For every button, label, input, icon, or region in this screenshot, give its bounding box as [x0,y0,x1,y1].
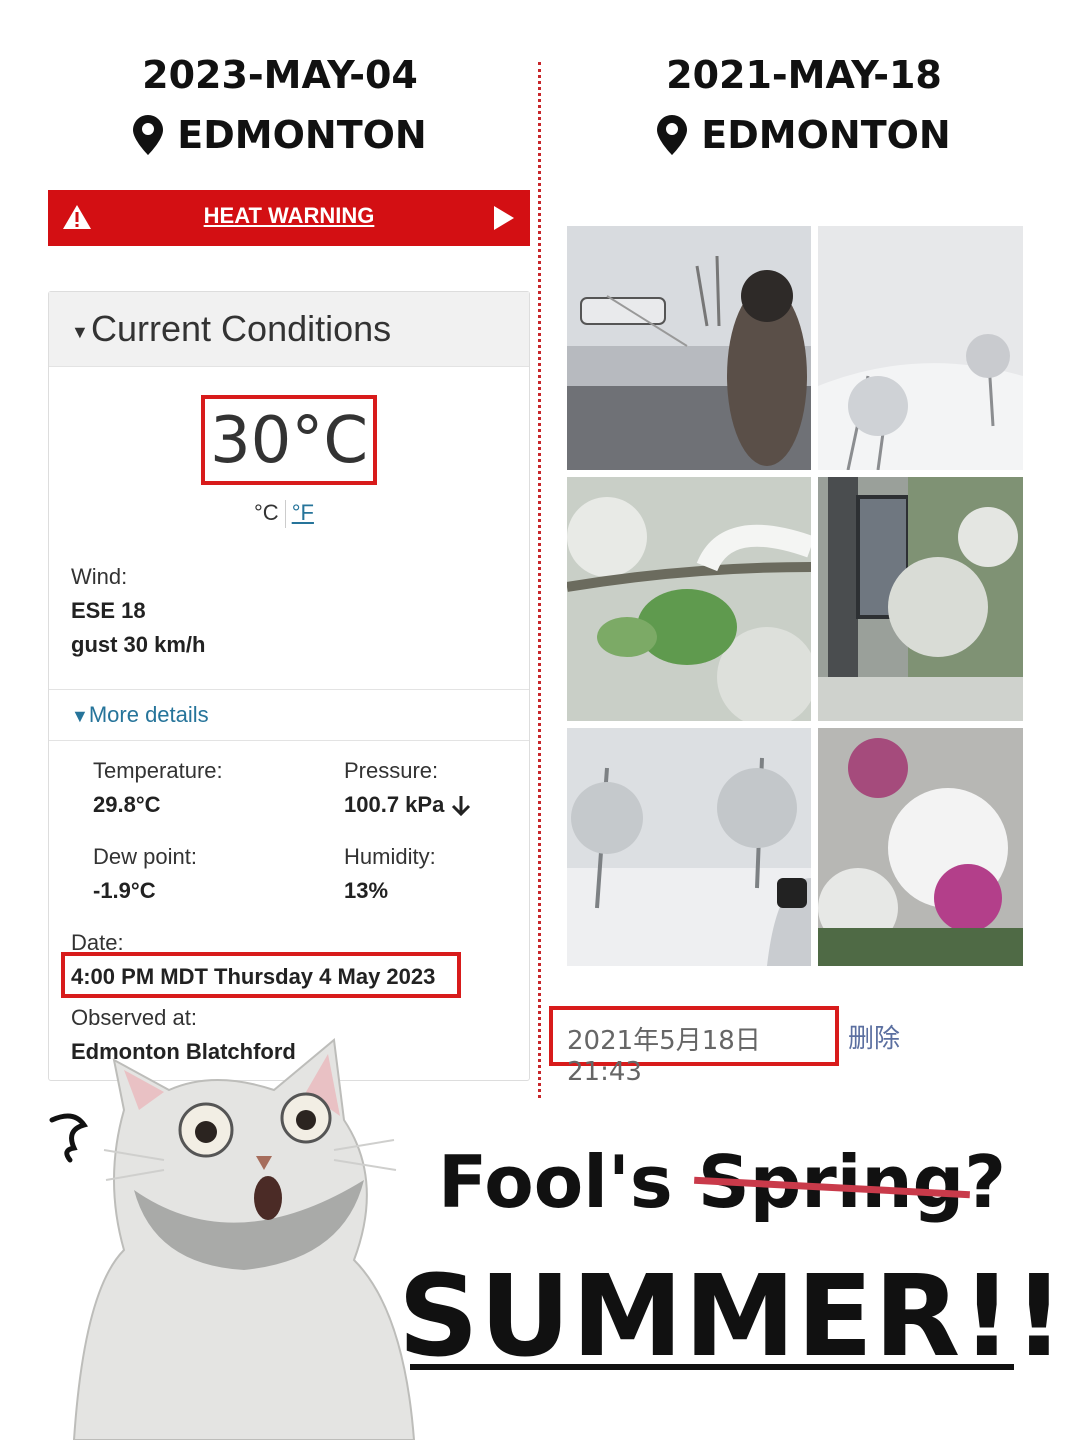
observed-at-label: Observed at: [71,1005,197,1030]
snow-photo-3[interactable] [567,477,811,721]
current-temperature: 30°C [209,404,369,478]
left-city-row: EDMONTON [50,110,510,160]
left-date: 2023-MAY-04 [142,53,418,97]
caption-line-2: SUMMER!!! [398,1252,1080,1382]
humidity-label: Humidity: [344,844,436,869]
snow-photo-6[interactable] [818,728,1023,966]
pressure-row: 100.7 kPa [344,792,472,818]
unit-toggle: °C °F [254,500,314,529]
panel-title: Current Conditions [91,308,392,349]
surprised-cat-illustration [49,1038,416,1440]
location-pin-icon [657,115,688,155]
right-city-row: EDMONTON [574,110,1034,160]
left-city: EDMONTON [177,113,427,157]
more-details-toggle[interactable]: ▼More details [49,689,529,741]
observation-date: 4:00 PM MDT Thursday 4 May 2023 [71,964,436,989]
collapse-triangle-icon: ▼ [71,322,89,342]
location-pin-icon [133,115,164,155]
caption-line-1: Fool's Spring? [438,1140,1006,1224]
snow-photo-5[interactable] [567,728,811,966]
heat-warning-link[interactable]: HEAT WARNING [48,203,530,229]
snow-photo-2[interactable] [818,226,1023,470]
dotted-divider [538,62,541,1098]
heat-warning-banner[interactable]: HEAT WARNING [48,190,530,246]
pressure-value: 100.7 kPa [344,792,445,817]
caption-underline [410,1364,1014,1370]
humidity-value: 13% [344,878,389,903]
wind-label: Wind: [71,564,128,589]
wind-direction: ESE 18 [71,598,146,623]
temperature-label: Temperature: [93,758,223,783]
struck-word: Spring [697,1140,965,1224]
wind-gust: gust 30 km/h [71,632,206,657]
right-date: 2021-MAY-18 [666,53,942,97]
unit-celsius: °C [254,500,279,525]
timestamp-highlight: 2021年5月18日 21:43 [549,1006,839,1087]
expand-triangle-icon: ▼ [71,706,89,726]
pressure-label: Pressure: [344,758,439,783]
unit-fahrenheit-link[interactable]: °F [292,500,314,525]
snow-photo-4[interactable] [818,477,1023,721]
snow-photo-1[interactable] [567,226,811,470]
panel-header[interactable]: ▼ Current Conditions [49,292,529,367]
current-conditions-panel: ▼ Current Conditions 30°C °C °F Wind: ESE… [48,291,530,1081]
delete-link[interactable]: 删除 [848,1018,900,1055]
arrow-down-icon [452,796,471,817]
more-details-link[interactable]: ▼More details [71,702,209,728]
dew-point-label: Dew point: [93,844,197,869]
dew-point-value: -1.9°C [93,878,156,903]
left-header: 2023-MAY-04 EDMONTON [50,52,510,160]
right-header: 2021-MAY-18 EDMONTON [574,52,1034,160]
post-timestamp: 2021年5月18日 21:43 [567,1026,761,1087]
right-city: EDMONTON [701,113,951,157]
play-arrow-icon[interactable] [492,204,516,232]
temperature-value: 29.8°C [93,792,161,817]
temperature-highlight: 30°C [201,395,377,485]
